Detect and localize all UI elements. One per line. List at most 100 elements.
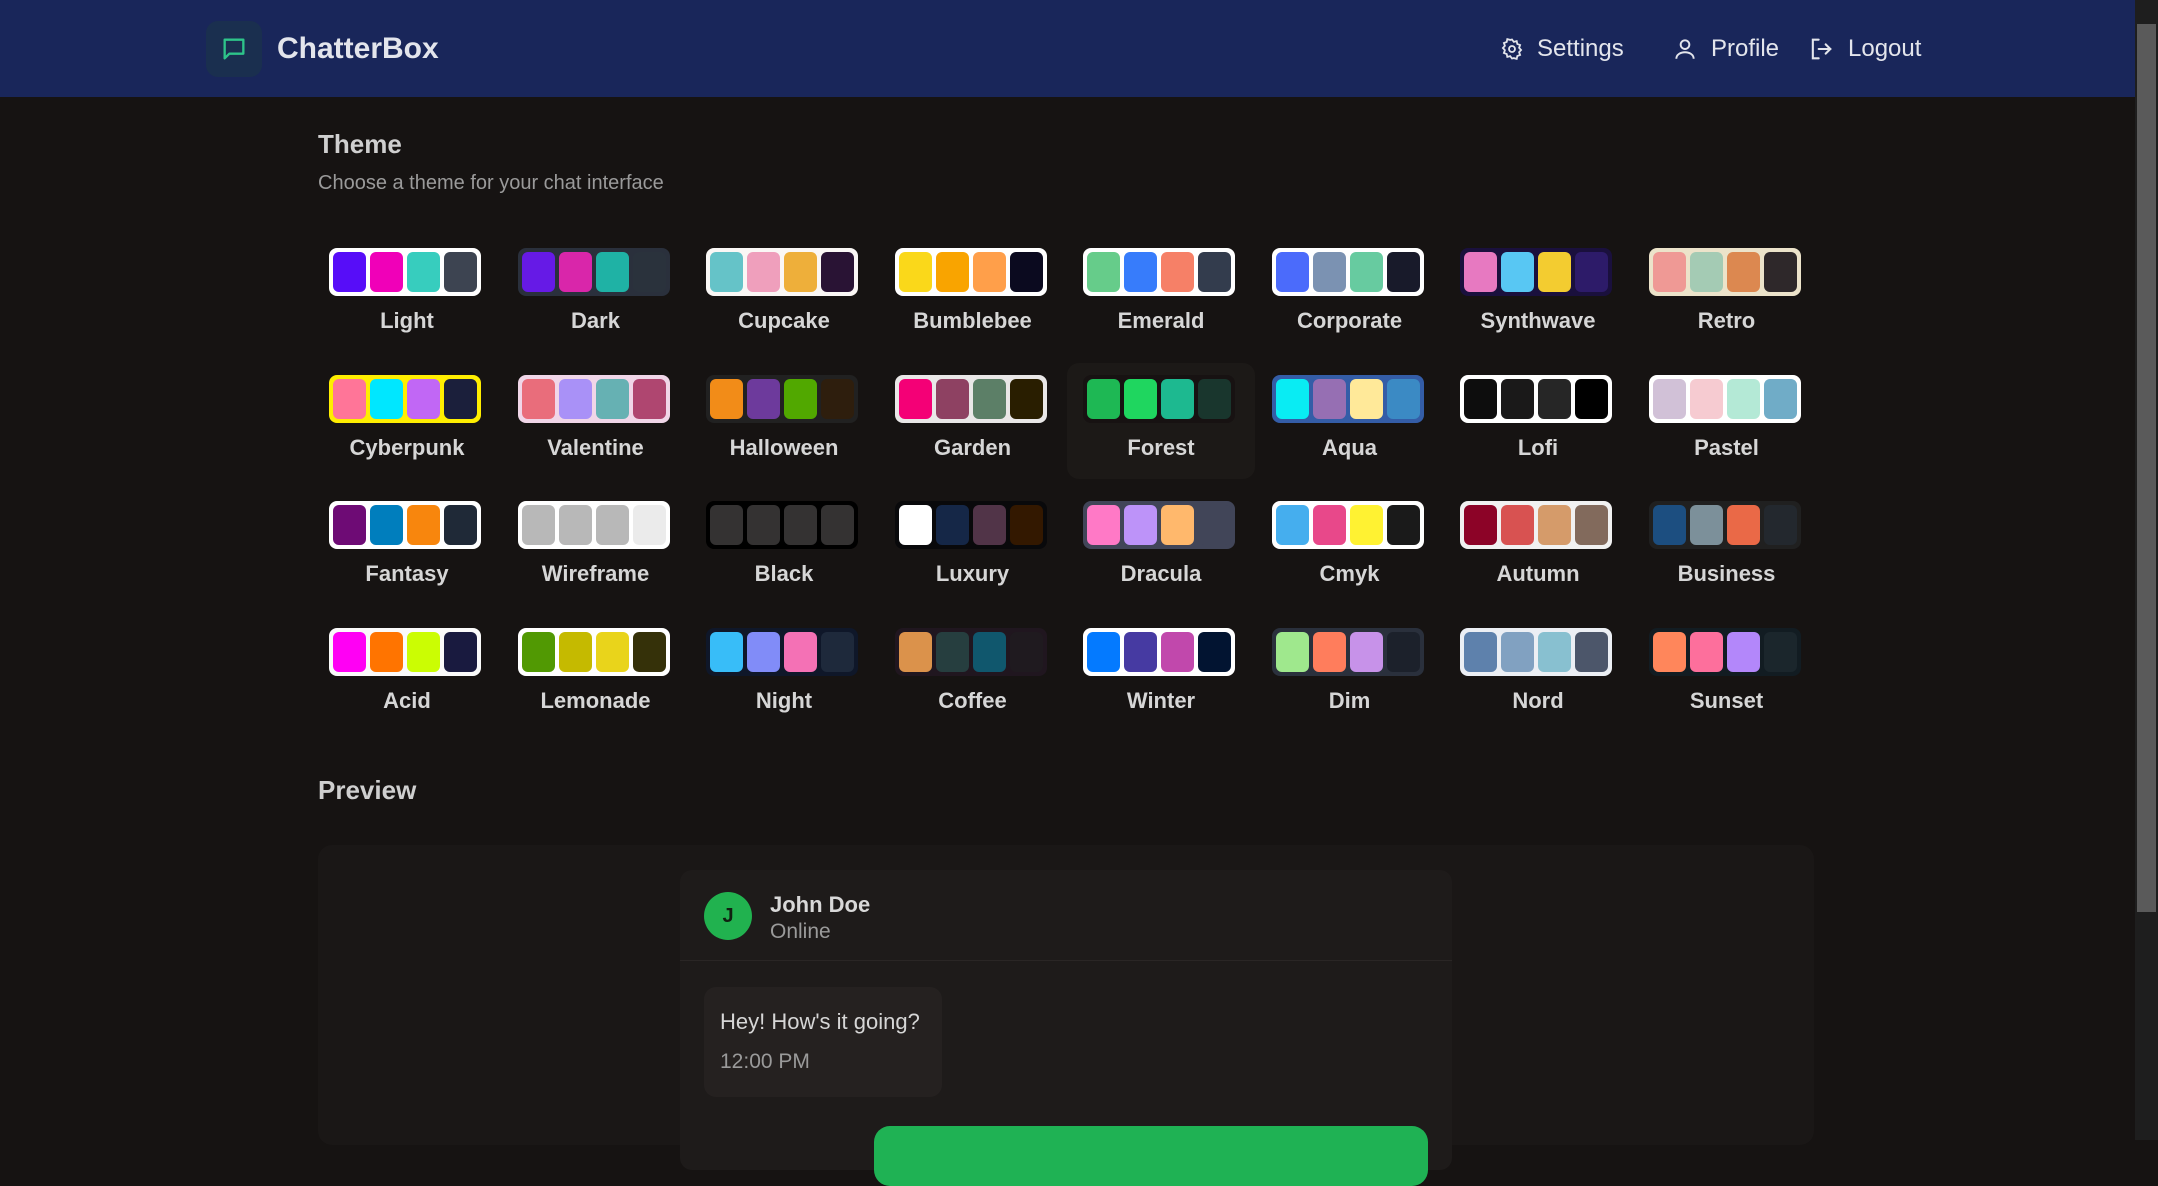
theme-swatch xyxy=(370,378,403,419)
theme-option-fantasy[interactable]: Fantasy xyxy=(313,489,501,605)
theme-swatch xyxy=(821,505,854,546)
theme-option-sunset[interactable]: Sunset xyxy=(1633,616,1821,732)
theme-option-bumblebee[interactable]: Bumblebee xyxy=(879,236,1067,352)
theme-swatch xyxy=(1726,632,1760,673)
theme-swatch xyxy=(407,378,440,419)
theme-swatch-bar xyxy=(894,628,1047,677)
theme-swatch xyxy=(1689,378,1723,419)
theme-swatch xyxy=(1501,378,1534,419)
theme-option-night[interactable]: Night xyxy=(690,616,878,732)
theme-option-lemonade[interactable]: Lemonade xyxy=(502,616,690,732)
theme-swatch xyxy=(1763,632,1797,673)
theme-swatch xyxy=(632,252,666,292)
theme-swatch xyxy=(1538,252,1571,292)
theme-swatch xyxy=(595,505,629,546)
theme-swatch-bar xyxy=(517,248,670,296)
theme-option-acid[interactable]: Acid xyxy=(313,616,501,732)
theme-option-emerald[interactable]: Emerald xyxy=(1067,236,1255,352)
theme-option-garden[interactable]: Garden xyxy=(879,363,1067,479)
theme-option-business[interactable]: Business xyxy=(1633,489,1821,605)
theme-swatch xyxy=(1275,632,1309,673)
theme-swatch xyxy=(972,632,1006,673)
theme-label: Coffee xyxy=(938,688,1007,714)
theme-option-lofi[interactable]: Lofi xyxy=(1444,363,1632,479)
theme-swatch xyxy=(333,632,366,673)
theme-swatch-bar xyxy=(329,501,481,550)
scrollbar-thumb[interactable] xyxy=(2137,24,2156,912)
theme-swatch xyxy=(1501,252,1534,292)
theme-label: Acid xyxy=(383,688,431,714)
theme-option-wireframe[interactable]: Wireframe xyxy=(502,489,690,605)
theme-option-pastel[interactable]: Pastel xyxy=(1633,363,1821,479)
theme-option-black[interactable]: Black xyxy=(690,489,878,605)
theme-swatch xyxy=(784,252,817,292)
theme-swatch-bar xyxy=(894,248,1047,296)
theme-swatch xyxy=(935,505,969,546)
brand[interactable]: ChatterBox xyxy=(206,21,439,77)
theme-swatch xyxy=(1726,252,1760,292)
theme-swatch-bar xyxy=(706,374,858,423)
avatar[interactable]: J xyxy=(704,892,752,940)
theme-swatch xyxy=(595,378,629,419)
theme-swatch-bar xyxy=(706,501,858,550)
theme-swatch xyxy=(1575,632,1608,673)
theme-option-cmyk[interactable]: Cmyk xyxy=(1256,489,1444,605)
theme-option-luxury[interactable]: Luxury xyxy=(879,489,1067,605)
theme-option-retro[interactable]: Retro xyxy=(1633,236,1821,352)
theme-swatch-bar xyxy=(1271,248,1424,296)
theme-option-halloween[interactable]: Halloween xyxy=(690,363,878,479)
theme-option-aqua[interactable]: Aqua xyxy=(1256,363,1444,479)
theme-swatch xyxy=(1198,632,1231,673)
theme-option-corporate[interactable]: Corporate xyxy=(1256,236,1444,352)
theme-swatch-bar xyxy=(1271,374,1424,423)
profile-link[interactable]: Profile xyxy=(1672,35,1779,63)
user-icon xyxy=(1675,39,1695,59)
theme-swatch xyxy=(1009,632,1043,673)
theme-option-cyberpunk[interactable]: Cyberpunk xyxy=(313,363,501,479)
profile-label: Profile xyxy=(1711,35,1780,62)
settings-link[interactable]: Settings xyxy=(1500,35,1624,63)
theme-label: Halloween xyxy=(729,434,839,460)
theme-option-autumn[interactable]: Autumn xyxy=(1444,489,1632,605)
theme-swatch xyxy=(1198,378,1231,419)
theme-label: Night xyxy=(755,688,813,714)
theme-swatch xyxy=(898,378,932,419)
theme-option-light[interactable]: Light xyxy=(313,236,501,352)
scrollbar[interactable] xyxy=(2135,0,2158,1140)
theme-option-dark[interactable]: Dark xyxy=(502,236,690,352)
theme-option-dim[interactable]: Dim xyxy=(1256,616,1444,732)
theme-option-winter[interactable]: Winter xyxy=(1067,616,1255,732)
theme-swatch-bar xyxy=(517,374,670,423)
theme-swatch-bar xyxy=(1460,248,1612,296)
theme-option-synthwave[interactable]: Synthwave xyxy=(1444,236,1632,352)
theme-label: Aqua xyxy=(1322,434,1377,460)
theme-option-forest[interactable]: Forest xyxy=(1067,362,1255,479)
chat-bubble-icon xyxy=(206,21,262,77)
theme-label: Dracula xyxy=(1120,561,1202,587)
theme-swatch xyxy=(444,505,477,546)
theme-swatch xyxy=(1312,252,1346,292)
theme-swatch xyxy=(1124,505,1157,546)
theme-option-dracula[interactable]: Dracula xyxy=(1067,489,1255,605)
theme-swatch xyxy=(1464,632,1497,673)
theme-swatch xyxy=(1575,378,1608,419)
chat-header: J John Doe Online xyxy=(680,870,1452,961)
theme-label: Lemonade xyxy=(540,688,651,714)
theme-swatch-bar xyxy=(1648,374,1801,423)
theme-swatch xyxy=(370,252,403,292)
theme-swatch xyxy=(558,378,592,419)
theme-option-coffee[interactable]: Coffee xyxy=(879,616,1067,732)
theme-swatch xyxy=(333,505,366,546)
theme-option-cupcake[interactable]: Cupcake xyxy=(690,236,878,352)
logout-icon xyxy=(1811,38,1832,60)
theme-swatch xyxy=(370,632,403,673)
preview-title: Preview xyxy=(318,775,417,805)
theme-swatch xyxy=(972,252,1006,292)
theme-option-nord[interactable]: Nord xyxy=(1444,616,1632,732)
theme-swatch xyxy=(1575,505,1608,546)
message-time: 12:00 PM xyxy=(720,1050,810,1073)
logout-link[interactable]: Logout xyxy=(1807,35,1921,63)
theme-option-valentine[interactable]: Valentine xyxy=(502,363,690,479)
theme-swatch xyxy=(1575,252,1608,292)
theme-swatch xyxy=(370,505,403,546)
